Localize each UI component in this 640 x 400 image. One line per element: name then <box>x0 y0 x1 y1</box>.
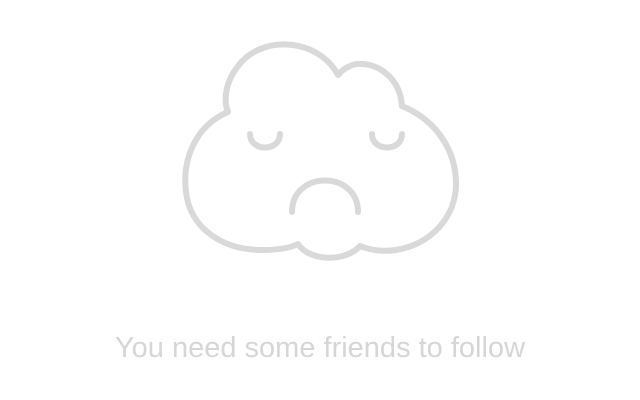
cloud-outline <box>182 41 459 261</box>
left-eye <box>247 131 283 151</box>
empty-state-message: You need some friends to follow <box>114 332 526 364</box>
frown-mouth <box>289 177 361 215</box>
right-eye <box>369 131 405 151</box>
empty-state: You need some friends to follow <box>0 0 640 400</box>
sad-cloud-icon <box>182 41 459 261</box>
